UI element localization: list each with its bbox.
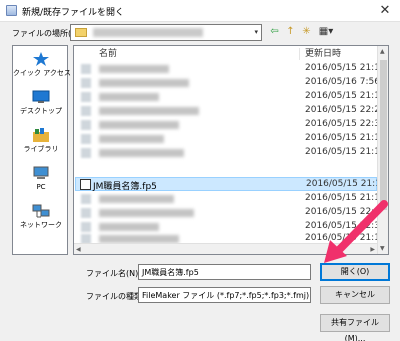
annotation-arrow-icon bbox=[324, 200, 388, 263]
